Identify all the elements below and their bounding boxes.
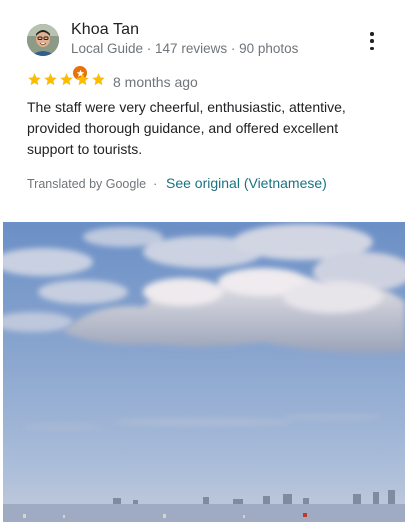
review-text: The staff were very cheerful, enthusiast… bbox=[27, 99, 346, 157]
reviewer-meta[interactable]: Local Guide · 147 reviews · 90 photos bbox=[71, 41, 298, 56]
separator-dot: · bbox=[153, 176, 158, 191]
star-icon bbox=[44, 73, 57, 86]
review-photo[interactable] bbox=[3, 222, 405, 522]
star-icon bbox=[76, 73, 89, 86]
star-icon bbox=[28, 73, 41, 86]
reviewer-name[interactable]: Khoa Tan bbox=[71, 21, 139, 39]
star-rating bbox=[27, 72, 106, 87]
person-avatar-icon bbox=[27, 24, 59, 56]
sky-over-beach-photo bbox=[3, 222, 405, 522]
see-original-link[interactable]: See original (Vietnamese) bbox=[166, 175, 327, 191]
star-icon bbox=[60, 73, 73, 86]
translated-by-label: Translated by Google bbox=[27, 177, 147, 191]
review-card: Khoa Tan Local Guide · 147 reviews · 90 … bbox=[0, 0, 405, 222]
avatar[interactable] bbox=[27, 24, 88, 81]
star-icon bbox=[92, 73, 105, 86]
review-time: 8 months ago bbox=[113, 74, 198, 90]
more-vertical-icon[interactable] bbox=[364, 32, 380, 50]
